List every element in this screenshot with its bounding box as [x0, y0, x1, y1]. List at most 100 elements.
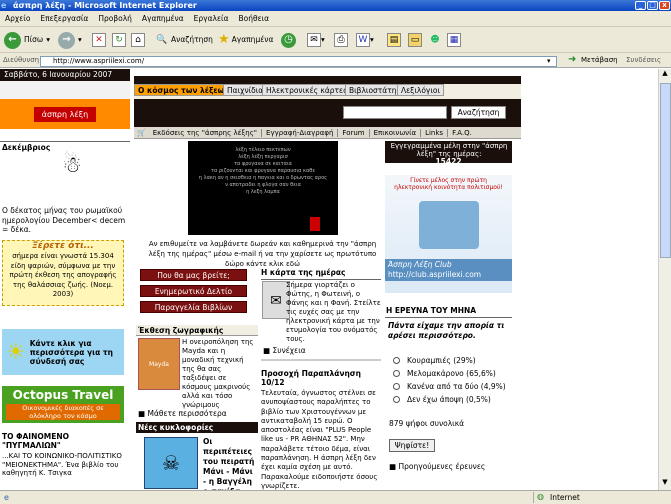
- site-search-button[interactable]: Αναζήτηση: [451, 106, 506, 119]
- web-page: Σαββάτο, 6 Ιανουαρίου 2007 άσπρη λέξη Δε…: [0, 69, 658, 490]
- toolbar-extra-icon: ▦: [447, 33, 461, 47]
- status-zone: Internet: [550, 493, 580, 502]
- radio-icon: [393, 383, 400, 390]
- poll-option-2[interactable]: Μελομακάρονο (65,6%): [393, 369, 496, 378]
- menu-view[interactable]: Προβολή: [93, 11, 137, 23]
- close-button[interactable]: x: [659, 1, 670, 10]
- painting-thumbnail[interactable]: Mayda: [138, 338, 180, 390]
- refresh-button[interactable]: ↻: [112, 30, 126, 50]
- club-url: http://club.aspriilexi.com: [385, 270, 512, 281]
- card-more-link[interactable]: ■ Συνέχεια: [263, 346, 306, 355]
- octopus-title: Octopus Travel: [12, 388, 114, 402]
- click-ad[interactable]: ☀ Κάντε κλικ για περισσότερα για τη σύνδ…: [2, 329, 124, 375]
- club-banner[interactable]: Γίνετε μέλος στην πρώτη ηλεκτρονική κοιν…: [385, 175, 512, 293]
- link-faq[interactable]: F.A.Q.: [448, 129, 476, 137]
- menu-file[interactable]: Αρχείο: [0, 11, 35, 23]
- intro-caption[interactable]: Αν επιθυμείτε να λαμβάνετε δωρεάν και κα…: [140, 239, 385, 269]
- newsletter-button[interactable]: Ενημερωτικό Δελτίο: [140, 285, 247, 297]
- poll-option-4[interactable]: Δεν έχω άποψη (0,5%): [393, 395, 491, 404]
- exhibition-title: Έκθεση ζωγραφικής: [138, 326, 224, 335]
- notes-button[interactable]: ▤: [387, 30, 401, 50]
- tab-bookshelf[interactable]: Βιβλιοστάτης: [345, 84, 405, 96]
- page-icon: e: [4, 493, 9, 502]
- print-button[interactable]: ⎙: [334, 30, 348, 50]
- go-button[interactable]: Μετάβαση: [581, 56, 618, 64]
- address-field[interactable]: http://www.aspriilexi.com/ ▾: [40, 56, 557, 67]
- menu-edit[interactable]: Επεξεργασία: [35, 11, 93, 23]
- radio-icon: [393, 396, 400, 403]
- december-title: Δεκέμβριος: [2, 143, 51, 152]
- status-bar: e ◍ Internet: [0, 490, 671, 504]
- menu-tools[interactable]: Εργαλεία: [189, 11, 234, 23]
- bullet-icon: ■: [138, 409, 146, 418]
- search-icon: 🔍: [156, 35, 168, 45]
- exhibition-text: Η ονειροπόληση της Mayda και η μοναδική …: [182, 338, 254, 409]
- octopus-ad[interactable]: Octopus Travel Οικονομικές διακοπές σε ο…: [2, 386, 124, 423]
- radio-icon: [393, 357, 400, 364]
- bullet-icon: ■: [389, 462, 397, 471]
- print-icon: ⎙: [334, 33, 348, 47]
- folder-button[interactable]: ▭: [408, 30, 422, 50]
- link-forum[interactable]: Forum: [338, 128, 370, 137]
- messenger-button[interactable]: ☻: [428, 30, 442, 50]
- mail-button[interactable]: ✉ ▾: [307, 30, 325, 50]
- poll-vote-button[interactable]: Ψηφίστε!: [389, 439, 435, 452]
- history-icon: ◷: [281, 32, 296, 48]
- search-button[interactable]: 🔍 Αναζήτηση: [155, 30, 212, 50]
- word-of-day-image[interactable]: λέξη τέλειο πεκτεπων λέξη λέξη περγαρισ …: [188, 141, 338, 235]
- folder-icon: ▭: [408, 33, 422, 47]
- history-button[interactable]: ◷: [281, 30, 299, 50]
- december-text: Ο δέκατος μήνας του ρωμαϊκού ημερολογίου…: [2, 206, 126, 234]
- forward-arrow-icon: →: [58, 31, 75, 49]
- fish-title: Ξέρετε ότι...: [32, 241, 94, 251]
- fish-text: σήμερα είναι γνωστά 15.304 είδη ψαριών, …: [9, 252, 117, 298]
- book-cover-thumbnail[interactable]: ☠: [144, 437, 198, 489]
- back-arrow-icon: ←: [4, 31, 21, 49]
- cart-icon: 🛒: [137, 128, 146, 137]
- word-icon: W: [356, 33, 370, 47]
- card-title: Η κάρτα της ημέρας: [261, 268, 346, 277]
- site-logo[interactable]: άσπρη λέξη: [0, 99, 130, 129]
- exhibition-more-link[interactable]: ■ Μάθετε περισσότερα: [138, 409, 227, 418]
- title-bar: e άσπρη λέξη - Microsoft Internet Explor…: [0, 0, 671, 11]
- poll-option-3[interactable]: Κανένα από τα δύο (4,9%): [393, 382, 506, 391]
- links-button[interactable]: Συνδέσεις: [626, 56, 661, 64]
- link-links[interactable]: Links: [421, 128, 449, 137]
- toolbar-extra-button[interactable]: ▦: [447, 30, 461, 50]
- vertical-scrollbar[interactable]: ▲ ▼: [658, 69, 671, 490]
- stop-button[interactable]: ✕: [92, 30, 106, 50]
- fish-box[interactable]: Ξέρετε ότι... σήμερα είναι γνωστά 15.304…: [2, 240, 124, 306]
- word-button[interactable]: W ▾: [356, 30, 374, 50]
- poll-previous-link[interactable]: ■ Προηγούμενες έρευνες: [389, 462, 485, 471]
- tab-glossaries[interactable]: Λεξιλόγιοι: [397, 84, 445, 96]
- where-to-find-us-button[interactable]: Που θα μας βρείτε;: [140, 269, 247, 281]
- menu-bar: Αρχείο Επεξεργασία Προβολή Αγαπημένα Εργαλεί…: [0, 11, 671, 27]
- forward-button[interactable]: → ▾: [58, 30, 82, 50]
- link-contact[interactable]: Επικοινωνία: [370, 128, 422, 137]
- back-button[interactable]: ← Πίσω ▾: [4, 30, 50, 50]
- chevron-down-icon[interactable]: ▾: [547, 57, 551, 66]
- members-count: 15422: [435, 157, 462, 166]
- scroll-down-icon[interactable]: ▼: [659, 478, 671, 490]
- maximize-button[interactable]: □: [647, 1, 658, 10]
- correction-title: Προσοχή Παραπλάνηση 10/12: [261, 369, 361, 387]
- site-search-input[interactable]: [343, 106, 447, 119]
- menu-help[interactable]: Βοήθεια: [234, 11, 275, 23]
- tab-ecards[interactable]: Ηλεκτρονικές κάρτες: [262, 84, 352, 96]
- poll-option-1[interactable]: Κουραμπιές (29%): [393, 356, 476, 365]
- tab-world-of-words[interactable]: Ο κόσμος των λέξεων: [134, 84, 234, 96]
- home-button[interactable]: ⌂: [131, 30, 145, 50]
- link-register[interactable]: Εγγραφή-Διαγραφή: [262, 128, 339, 137]
- link-publications[interactable]: Εκδόσεις της "άσπρης λέξης": [149, 128, 263, 137]
- releases-text[interactable]: Οι περιπέτειες του πειρατή Μάνι - Μάνι -…: [203, 437, 258, 490]
- book-order-button[interactable]: Παραγγελία Βιβλίων: [140, 301, 247, 313]
- card-text: Σήμερα γιορτάζει ο Φώτης, η Φωτεινή, ο Φ…: [286, 281, 381, 343]
- releases-title: Νέες κυκλοφορίες: [138, 423, 214, 432]
- scroll-up-icon[interactable]: ▲: [659, 69, 671, 81]
- tab-games[interactable]: Παιχνίδια: [223, 84, 268, 96]
- favorites-button[interactable]: ★ Αγαπημένα: [218, 30, 273, 50]
- scroll-thumb[interactable]: [660, 83, 671, 258]
- snowman-icon: ☃: [62, 153, 82, 178]
- menu-favorites[interactable]: Αγαπημένα: [137, 11, 189, 23]
- minimize-button[interactable]: _: [635, 1, 646, 10]
